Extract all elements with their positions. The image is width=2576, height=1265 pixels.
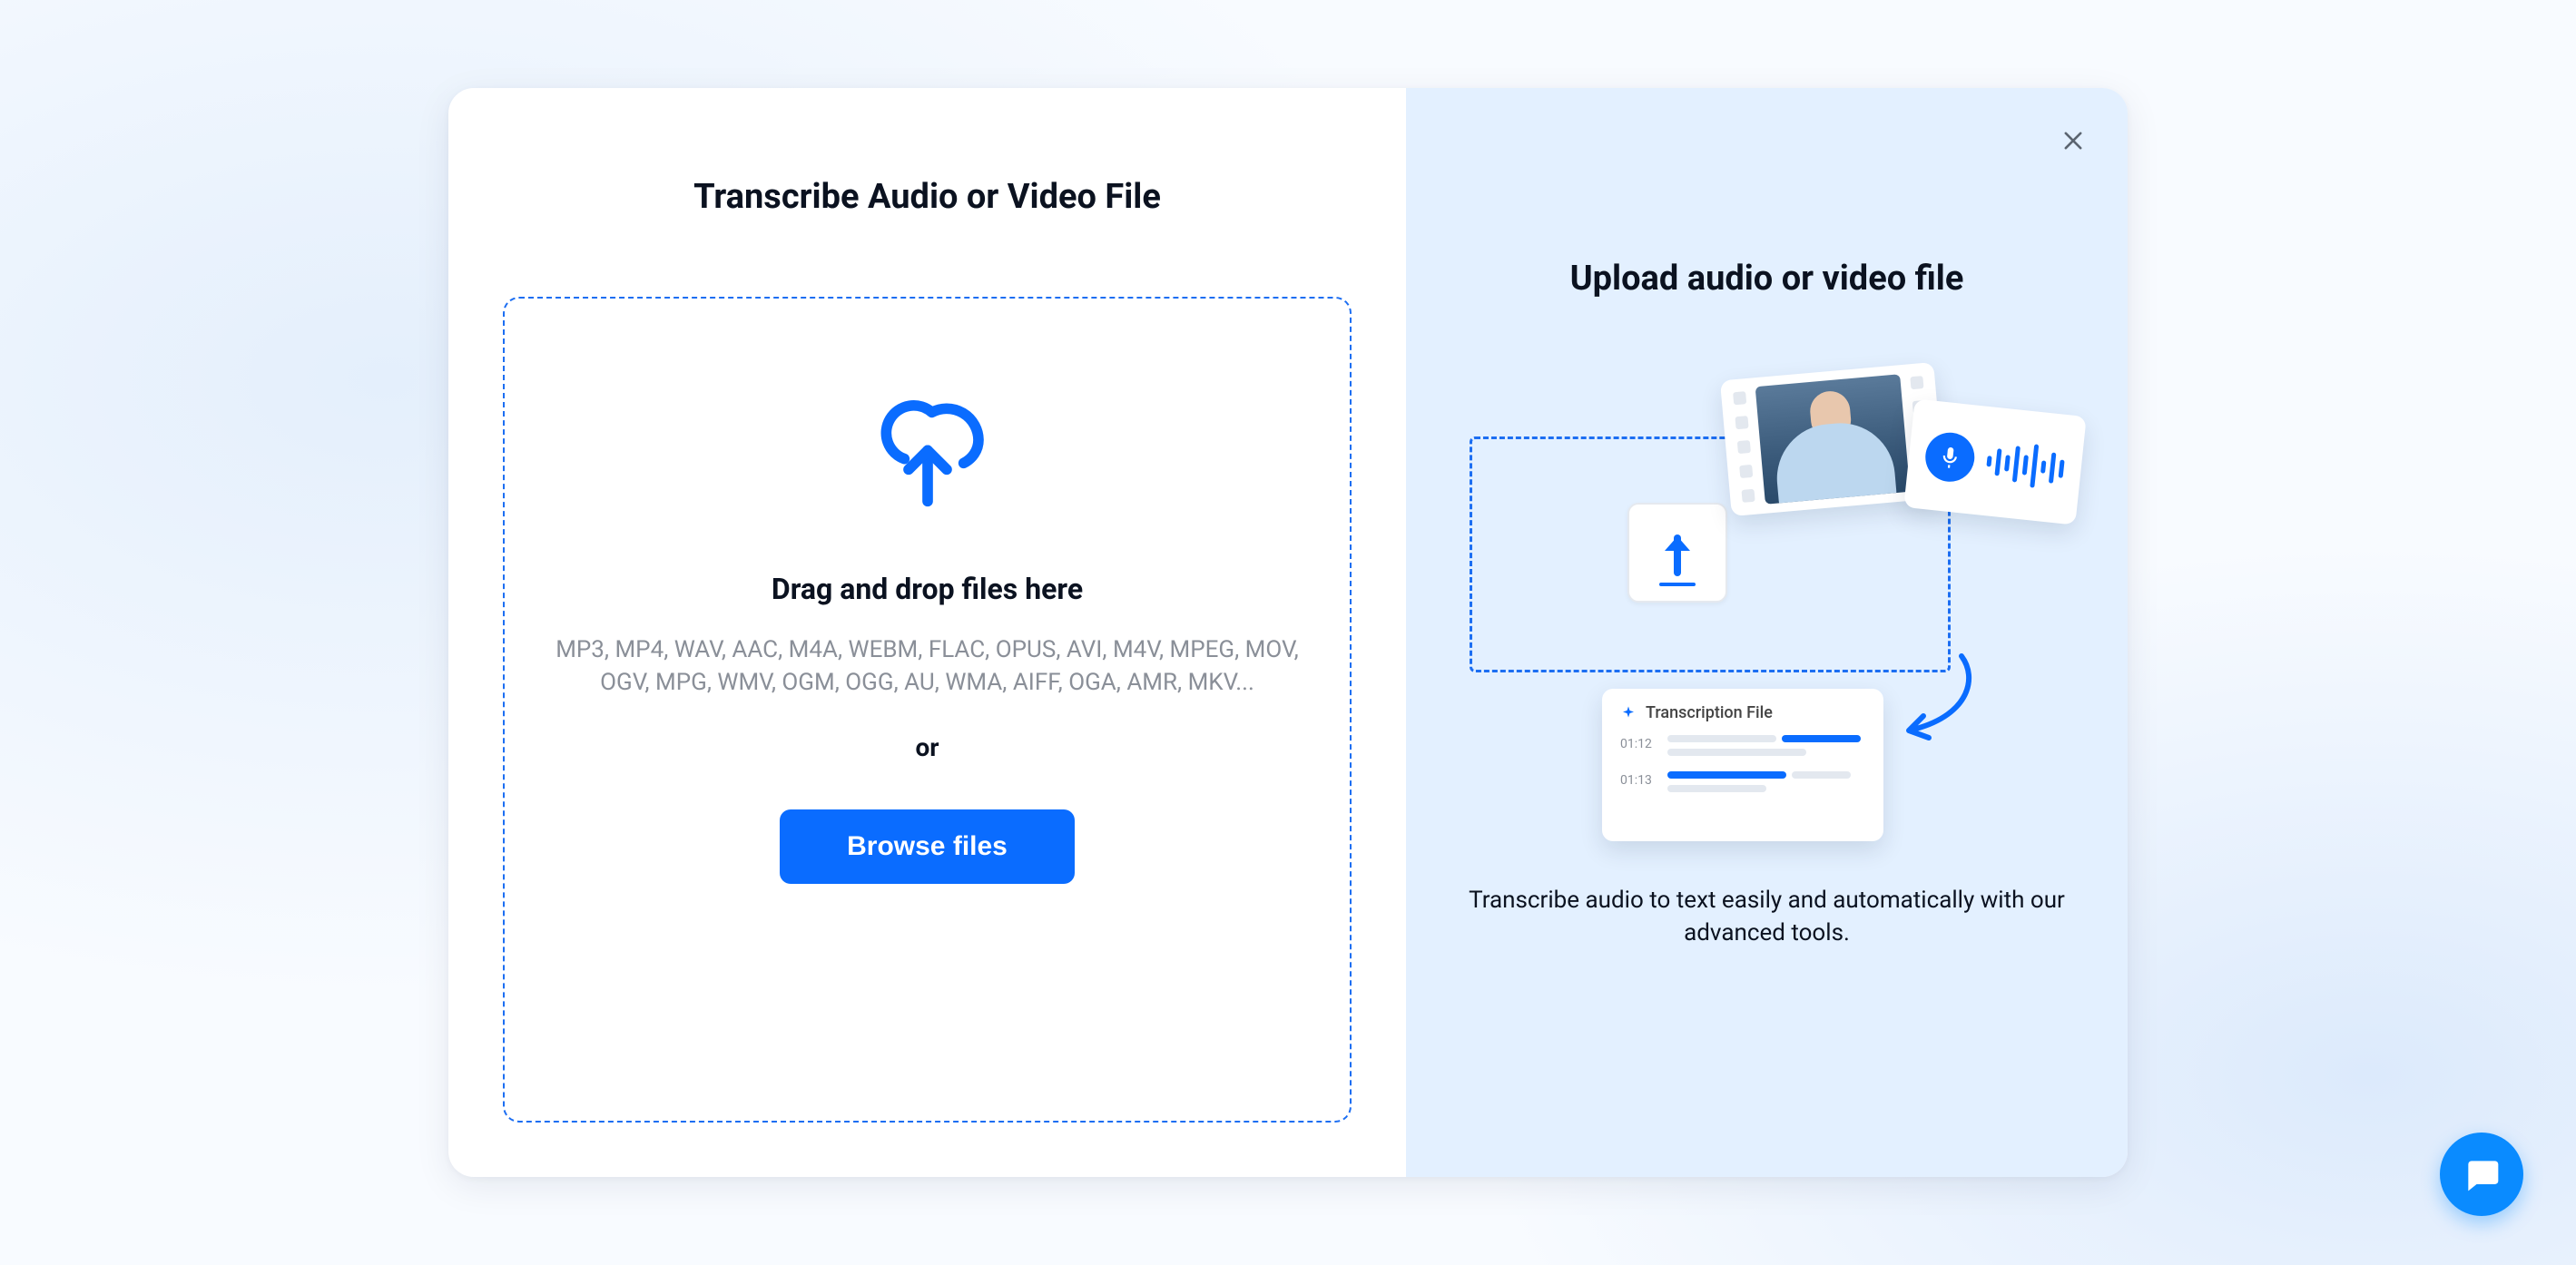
waveform-icon	[1985, 439, 2068, 491]
microphone-icon	[1923, 430, 1977, 484]
right-panel-subtitle: Transcribe audio to text easily and auto…	[1468, 884, 2067, 950]
cloud-upload-icon	[864, 385, 991, 515]
left-panel-title: Transcribe Audio or Video File	[503, 177, 1352, 217]
timecode-2: 01:13	[1620, 771, 1657, 788]
or-separator: or	[915, 732, 939, 762]
browse-files-button[interactable]: Browse files	[780, 809, 1075, 884]
sparkle-icon	[1620, 705, 1637, 721]
flow-arrow-icon	[1898, 651, 1980, 750]
illustration-audio-card	[1903, 398, 2087, 525]
transcription-card-title: Transcription File	[1646, 703, 1773, 722]
illustration: Transcription File 01:12 01:13	[1446, 362, 2088, 848]
timecode-1: 01:12	[1620, 735, 1657, 751]
dropzone[interactable]: Drag and drop files here MP3, MP4, WAV, …	[503, 297, 1352, 1123]
right-panel: Upload audio or video file	[1406, 88, 2128, 1177]
close-button[interactable]	[2055, 123, 2091, 159]
dropzone-title: Drag and drop files here	[772, 572, 1083, 606]
upload-arrow-icon	[1657, 529, 1697, 576]
upload-modal: Transcribe Audio or Video File Drag and …	[448, 88, 2128, 1177]
left-panel: Transcribe Audio or Video File Drag and …	[448, 88, 1406, 1177]
chat-icon	[2462, 1154, 2502, 1194]
illustration-upload-card	[1627, 503, 1727, 603]
chat-widget-button[interactable]	[2440, 1133, 2523, 1216]
supported-formats: MP3, MP4, WAV, AAC, M4A, WEBM, FLAC, OPU…	[556, 633, 1300, 700]
illustration-transcription-card: Transcription File 01:12 01:13	[1602, 689, 1883, 841]
close-icon	[2060, 128, 2086, 153]
right-panel-title: Upload audio or video file	[1446, 259, 2088, 299]
video-thumbnail-icon	[1755, 374, 1911, 504]
